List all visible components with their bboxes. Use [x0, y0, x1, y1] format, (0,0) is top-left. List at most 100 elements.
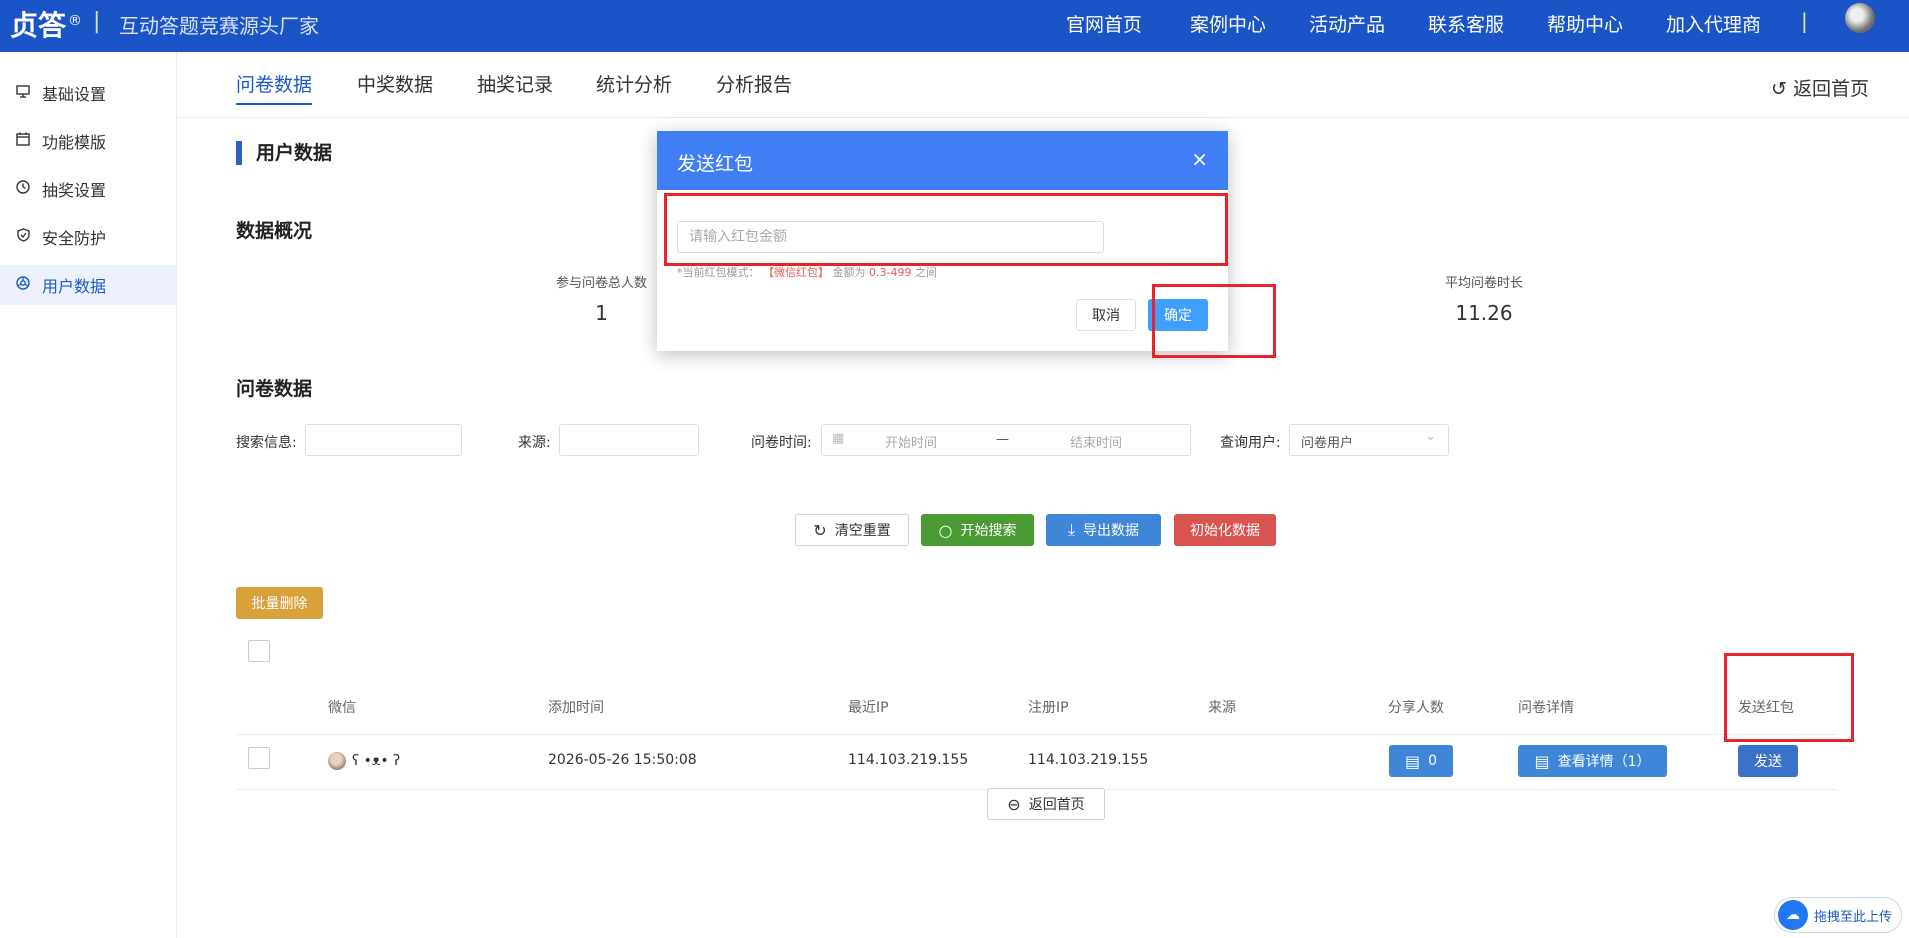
nav-cases[interactable]: 案例中心: [1190, 10, 1266, 37]
reset-label: 清空重置: [834, 523, 891, 539]
user-avatar[interactable]: [1845, 3, 1875, 33]
search-input[interactable]: [305, 424, 462, 456]
search-label: 开始搜索: [960, 523, 1017, 539]
export-label: 导出数据: [1083, 523, 1140, 539]
start-time-input[interactable]: 开始时间: [885, 432, 937, 451]
refresh-icon: ↻: [813, 520, 827, 540]
added-time: 2026-05-26 15:50:08: [548, 752, 697, 768]
document-search-icon: ▤: [1534, 751, 1550, 771]
column-header-source: 来源: [1208, 700, 1236, 716]
hint-suffix: 之间: [914, 266, 937, 279]
tab-report[interactable]: 分析报告: [716, 70, 792, 103]
document-icon: ▤: [1404, 751, 1421, 771]
share-count-button[interactable]: ▤ 0: [1389, 745, 1453, 777]
table-divider: [236, 734, 1837, 735]
chevron-down-icon: ⌄: [1425, 429, 1436, 444]
nav-home[interactable]: 官网首页: [1066, 10, 1142, 37]
init-data-button[interactable]: 初始化数据: [1174, 514, 1276, 546]
top-header: 贞答 ® | 互动答题竞赛源头厂家 官网首页 案例中心 活动产品 联系客服 帮助中…: [0, 0, 1909, 52]
bottom-back-home-label: 返回首页: [1028, 797, 1085, 813]
column-header-register-ip: 注册IP: [1028, 700, 1069, 716]
stat-average-duration: 平均问卷时长 11.26: [1424, 272, 1544, 325]
sidebar-item-user-data[interactable]: 用户数据: [0, 265, 176, 305]
range-separator: —: [996, 432, 1009, 447]
overview-title: 数据概况: [236, 220, 313, 242]
sidebar-item-lottery-settings[interactable]: 抽奖设置: [0, 169, 176, 209]
date-range-picker[interactable]: ▦ 开始时间 — 结束时间: [821, 424, 1191, 456]
cancel-button[interactable]: 取消: [1076, 299, 1136, 331]
stat-value: 1: [595, 301, 608, 325]
wechat-user: ʕ •ᴥ• ʔ: [328, 752, 400, 770]
sidebar-item-label: 用户数据: [42, 277, 107, 296]
end-time-input[interactable]: 结束时间: [1070, 432, 1122, 451]
column-header-survey-detail: 问卷详情: [1518, 700, 1574, 716]
nav-products[interactable]: 活动产品: [1309, 10, 1385, 37]
search-button[interactable]: ○ 开始搜索: [921, 514, 1034, 546]
highlight-amount-input: [664, 193, 1228, 266]
monitor-icon: [14, 84, 32, 102]
sidebar-item-basic-settings[interactable]: 基础设置: [0, 73, 176, 113]
send-red-packet-button[interactable]: 发送: [1738, 745, 1798, 777]
nav-help[interactable]: 帮助中心: [1547, 10, 1623, 37]
nav-agent[interactable]: 加入代理商: [1666, 10, 1761, 37]
sidebar-item-label: 基础设置: [42, 85, 107, 104]
sidebar-item-label: 功能模版: [42, 133, 107, 152]
red-packet-hint: *当前红包模式： 【微信红包】 金额为 0.3-499 之间: [677, 264, 937, 280]
row-checkbox[interactable]: [248, 747, 270, 769]
brand-registered-mark: ®: [68, 12, 83, 29]
batch-delete-button[interactable]: 批量删除: [236, 587, 323, 619]
sidebar-item-label: 安全防护: [42, 229, 107, 248]
close-icon[interactable]: ×: [1191, 147, 1208, 171]
reset-button[interactable]: ↻ 清空重置: [795, 514, 909, 546]
sidebar: 基础设置 功能模版 抽奖设置 安全防护 用户数据: [0, 52, 177, 938]
calendar-icon: [14, 132, 32, 150]
back-home-label: 返回首页: [1792, 78, 1869, 100]
bottom-back-home-button[interactable]: ⊖ 返回首页: [987, 788, 1105, 820]
tab-lottery-records[interactable]: 抽奖记录: [477, 70, 553, 103]
stat-value: 11.26: [1455, 301, 1513, 325]
data-icon: [14, 276, 32, 294]
highlight-send-button: [1724, 653, 1854, 742]
download-icon: ⤓: [1067, 520, 1076, 539]
clock-icon: [14, 180, 32, 198]
tab-winner-data[interactable]: 中奖数据: [357, 70, 433, 103]
wechat-nickname: ʕ •ᴥ• ʔ: [352, 753, 401, 769]
column-header-added-time: 添加时间: [548, 700, 604, 716]
search-icon: ○: [938, 520, 953, 540]
wechat-avatar: [328, 752, 346, 770]
calendar-icon: ▦: [832, 431, 845, 446]
upload-widget[interactable]: ☁ 拖拽至此上传: [1774, 897, 1902, 933]
survey-section-title: 问卷数据: [236, 378, 313, 400]
brand-logo[interactable]: 贞答 ®: [10, 4, 82, 44]
view-detail-button[interactable]: ▤ 查看详情（1）: [1518, 745, 1667, 777]
user-type-value: 问卷用户: [1301, 436, 1354, 451]
batch-delete-label: 批量删除: [251, 596, 308, 612]
share-count: 0: [1428, 753, 1438, 769]
shield-icon: [14, 228, 32, 246]
sidebar-item-templates[interactable]: 功能模版: [0, 121, 176, 161]
back-home-link[interactable]: ↺ 返回首页: [1771, 74, 1869, 101]
brand-name: 贞答: [10, 9, 67, 42]
hint-range: 0.3-499: [869, 266, 912, 279]
arrow-left-circle-icon: ⊖: [1007, 794, 1021, 814]
column-header-share-count: 分享人数: [1388, 700, 1444, 716]
page-title: 用户数据: [236, 141, 332, 165]
register-ip: 114.103.219.155: [1028, 752, 1149, 768]
column-header-recent-ip: 最近IP: [848, 700, 889, 716]
user-type-select[interactable]: 问卷用户 ⌄: [1289, 424, 1449, 456]
stat-label: 平均问卷时长: [1444, 276, 1523, 291]
search-label: 搜索信息:: [236, 435, 297, 451]
export-button[interactable]: ⤓ 导出数据: [1046, 514, 1161, 546]
tab-statistics[interactable]: 统计分析: [596, 70, 672, 103]
brand-separator: |: [93, 9, 101, 34]
tab-bar: 问卷数据 中奖数据 抽奖记录 统计分析 分析报告 ↺ 返回首页: [177, 52, 1909, 118]
select-all-checkbox[interactable]: [248, 640, 270, 662]
source-input[interactable]: [559, 424, 699, 456]
column-header-wechat: 微信: [328, 700, 356, 716]
nav-support[interactable]: 联系客服: [1428, 10, 1504, 37]
tab-survey-data[interactable]: 问卷数据: [236, 70, 313, 105]
sidebar-item-security[interactable]: 安全防护: [0, 217, 176, 257]
hint-mode: 【微信红包】: [763, 266, 829, 279]
view-detail-label: 查看详情（1）: [1557, 754, 1651, 770]
highlight-confirm-button: [1152, 284, 1276, 358]
